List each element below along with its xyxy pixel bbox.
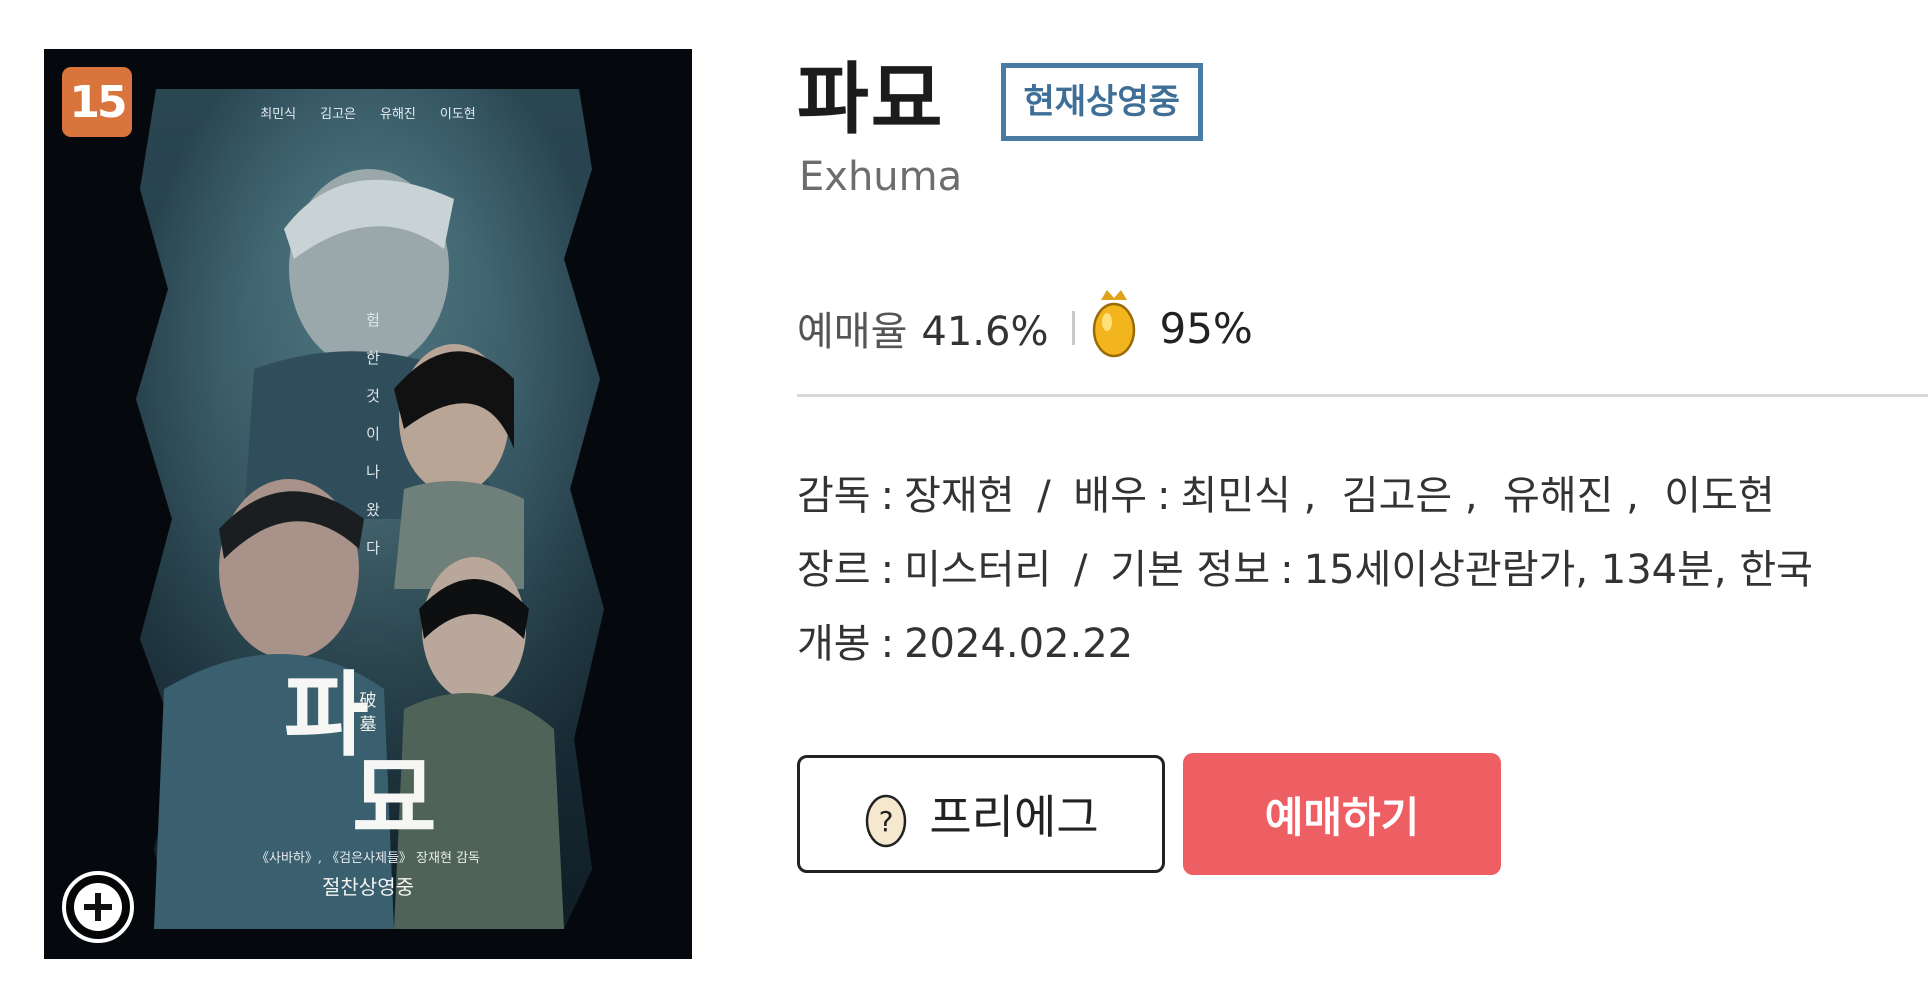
director-value: 장재현 [904,473,1015,519]
section-divider [797,394,1928,397]
book-button[interactable]: 예매하기 [1183,753,1501,875]
poster-tagline-char: 험 [366,311,380,329]
golden-egg-icon [1089,286,1139,360]
preegg-label: 프리에그 [929,790,1099,844]
title-row: 파묘 현재상영중 [797,52,1203,148]
release-value: 2024.02.22 [904,621,1134,667]
plus-circle-icon [74,883,122,931]
status-badge: 현재상영중 [1000,63,1203,141]
credits-line: 감독: 장재현 / 배우: 최민식 , 김고은 , 유해진 , 이도현 [797,473,1775,519]
poster-tagline: 험 한 것 이 나 왔 다 [362,301,384,567]
actors-value: 최민식 , 김고은 , 유해진 , 이도현 [1180,473,1775,519]
movie-english-title: Exhuma [799,154,963,200]
poster-cast-name: 이도현 [439,107,476,122]
svg-text:?: ? [879,805,894,838]
poster-hanja-char: 破 [359,691,377,711]
question-egg-icon: ? [863,789,909,849]
booking-rate-label: 예매율 [797,309,908,355]
genre-value: 미스터리 [904,547,1052,593]
director-label: 감독 [797,473,871,519]
poster-cast-name: 유해진 [380,107,416,122]
poster-tagline-char: 이 [366,425,380,443]
release-label: 개봉 [797,621,871,667]
poster-now-showing: 절찬상영중 [322,875,414,899]
movie-title: 파묘 [797,55,945,145]
poster-cast-list: 최민식 김고은 유해진 이도현 [44,103,692,122]
poster-zoom-button[interactable] [62,871,134,943]
poster-tagline-char: 나 [366,463,380,481]
egg-score: 95% [1159,303,1253,353]
poster-tagline-char: 다 [366,539,380,557]
release-line: 개봉:2024.02.22 [797,621,1134,667]
basic-info-value: 15세이상관람가, 134분, 한국 [1303,547,1813,593]
poster-credit: 《사바하》, 《검은사제들》 장재현 감독 [255,851,480,866]
preegg-button[interactable]: ? 프리에그 [797,755,1165,873]
actors-label: 배우 [1073,473,1148,519]
poster-tagline-char: 것 [366,387,380,405]
poster-tagline-char: 한 [366,349,380,367]
movie-info: 감독: 장재현 / 배우: 최민식 , 김고은 , 유해진 , 이도현 장르: 미스터… [797,464,1813,686]
poster-cast-name: 최민식 [260,107,297,122]
booking-rate-value: 41.6% [921,309,1049,355]
age-rating-badge: 15 [62,67,132,137]
stats-row: 예매율 41.6% 95% [797,290,1253,360]
poster-cast-name: 김고은 [320,107,356,122]
poster-title-char: 묘 [352,745,437,853]
poster-hanja: 破 墓 [356,689,380,737]
genre-line: 장르: 미스터리 / 기본 정보:15세이상관람가, 134분, 한국 [797,547,1813,593]
movie-poster[interactable]: 15 최민식 김고은 유해진 이도현 험 한 것 이 나 왔 다 파 破 墓 묘… [44,49,692,959]
genre-label: 장르 [797,547,871,593]
poster-hanja-char: 墓 [359,715,377,735]
basic-info-label: 기본 정보 [1110,547,1271,593]
poster-tagline-char: 왔 [366,501,380,519]
action-buttons: ? 프리에그 예매하기 [797,753,1501,875]
stats-divider [1072,311,1076,345]
